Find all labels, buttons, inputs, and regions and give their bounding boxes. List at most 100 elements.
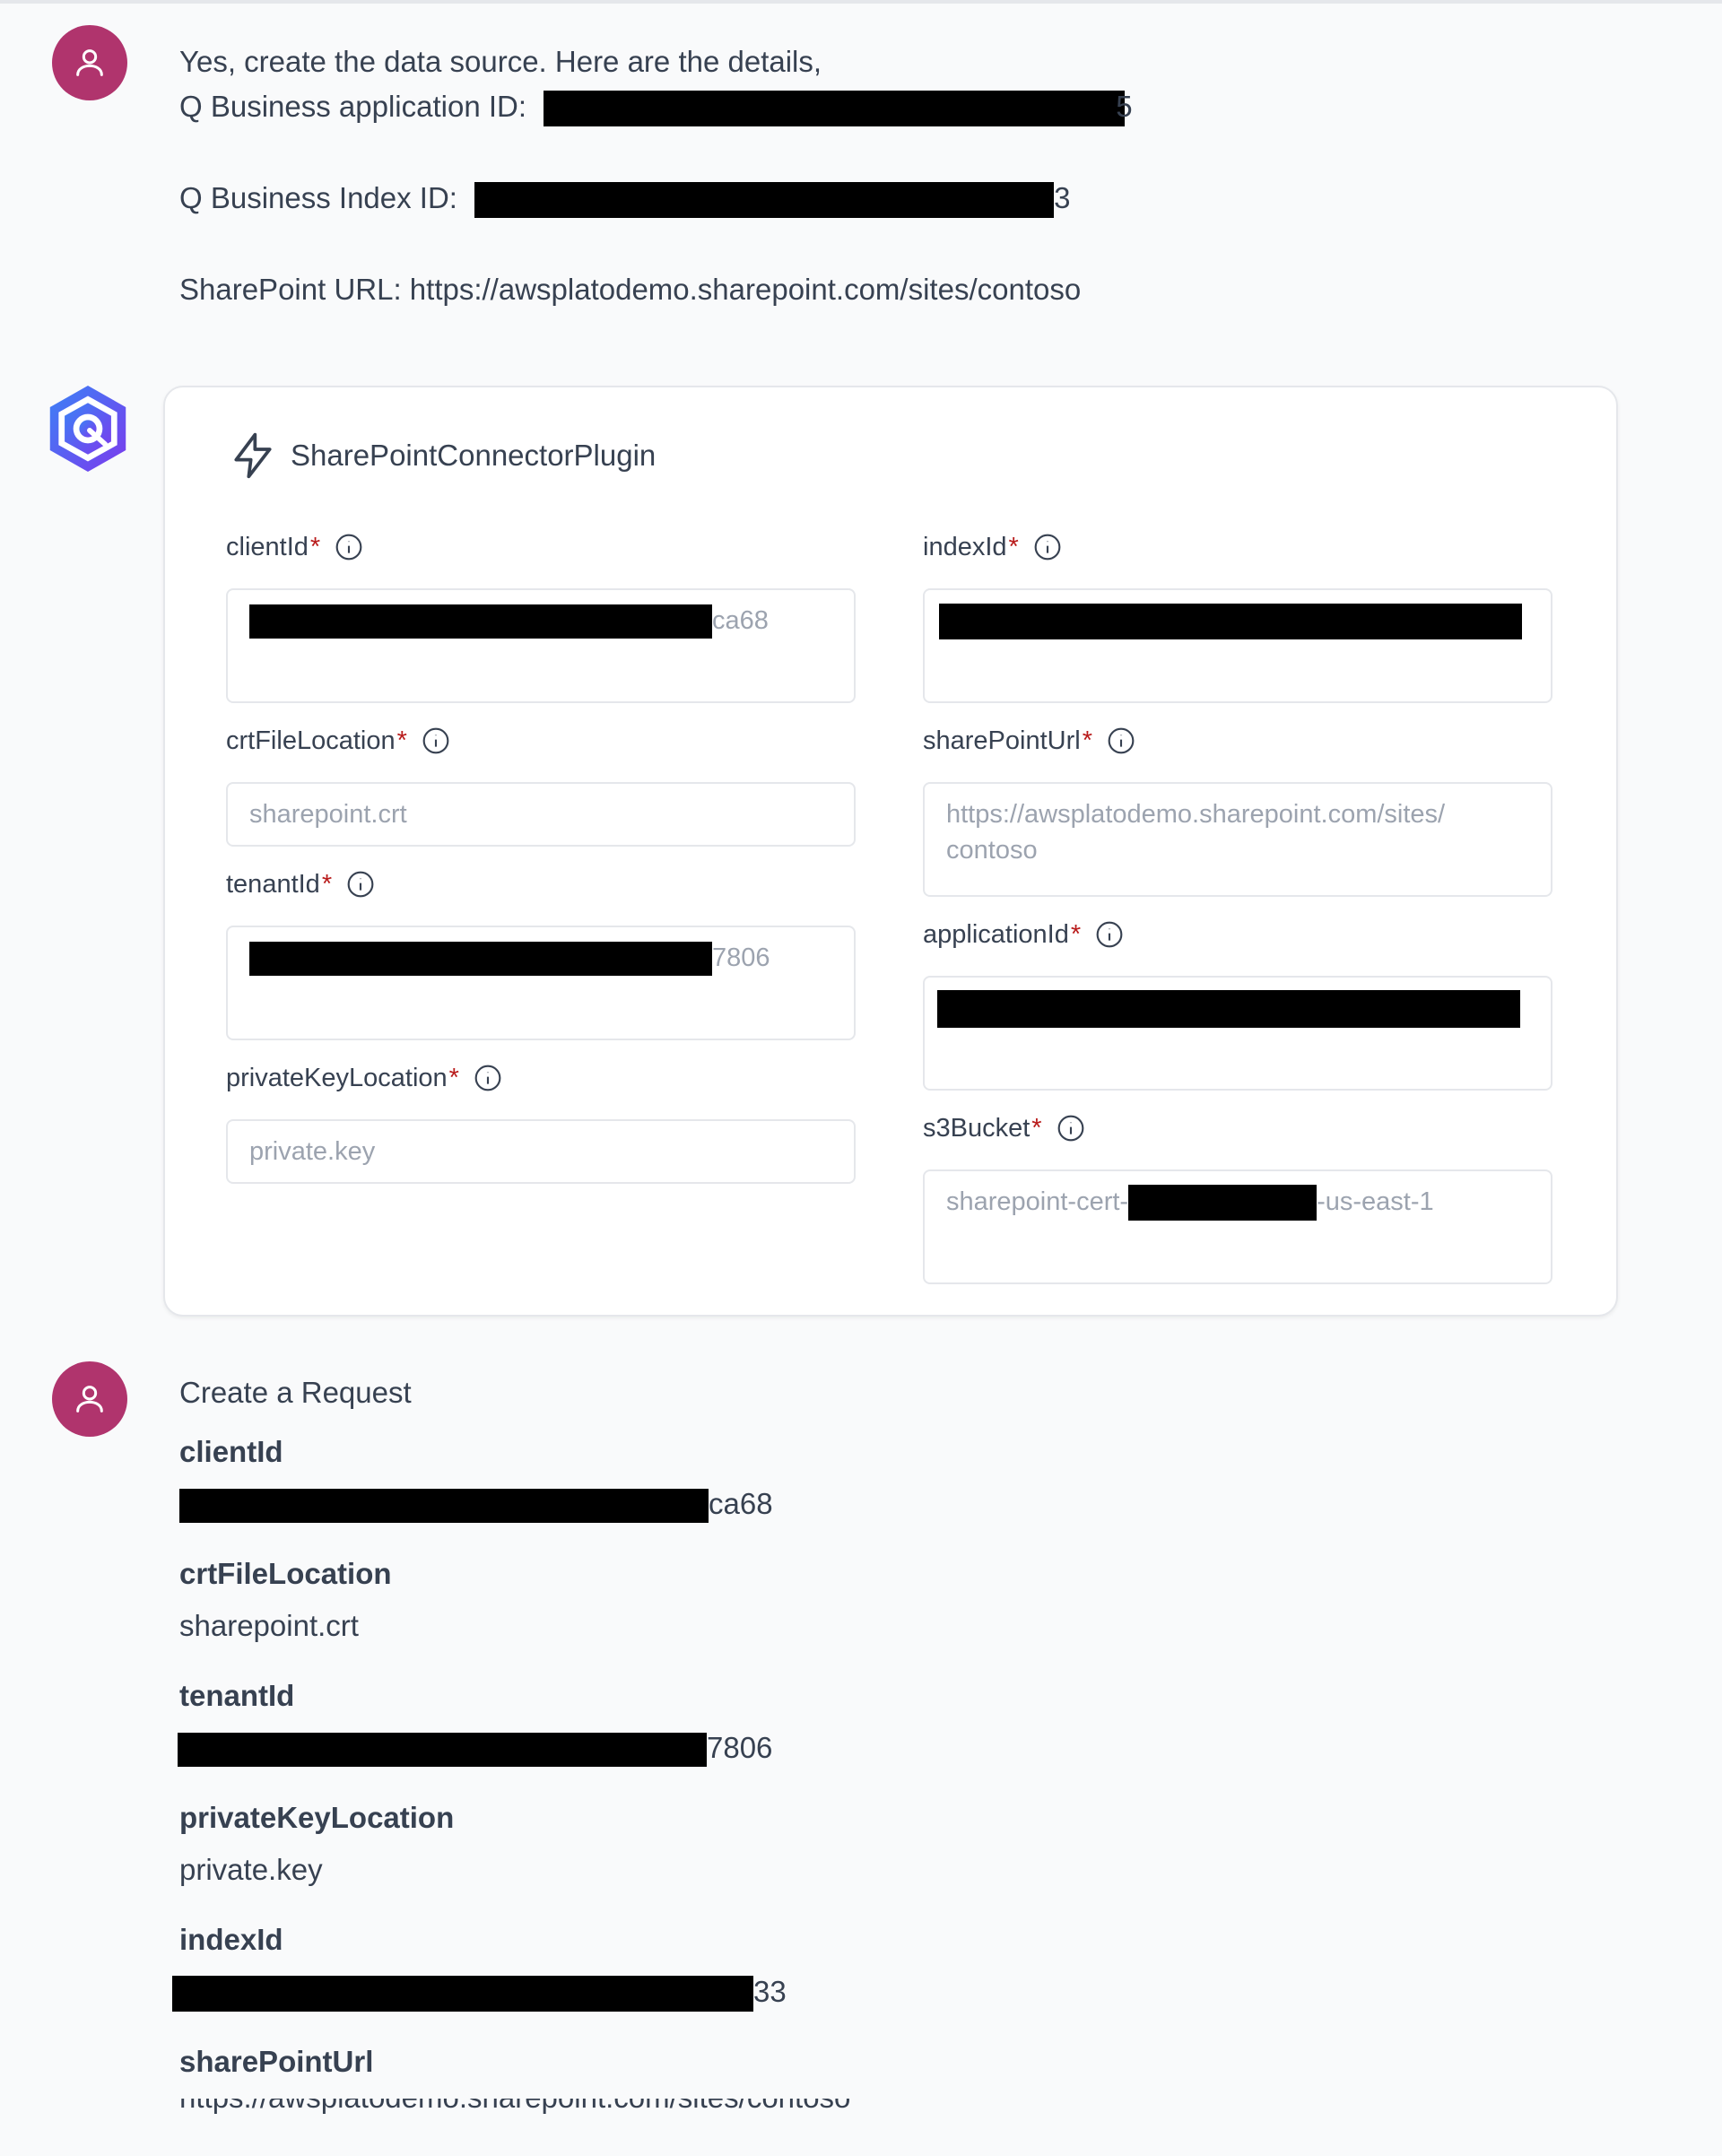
input-value-line1: https://awsplatodemo.sharepoint.com/site…	[946, 800, 1446, 829]
input-value-tail: ca68	[712, 606, 769, 635]
index-id-label: Q Business Index ID:	[179, 181, 457, 214]
field-privateKeyLocation: privateKeyLocation * private.key	[226, 1060, 859, 1184]
field-label-text: indexId	[923, 532, 1007, 561]
user-message-line1: Yes, create the data source. Here are th…	[179, 45, 822, 78]
request-key-tenantId: tenantId	[179, 1679, 295, 1712]
field-label: sharePointUrl *	[923, 723, 1556, 759]
redacted-value	[939, 604, 1522, 640]
request-value-tail: ca68	[709, 1487, 773, 1520]
plugin-card: SharePointConnectorPlugin clientId * ca68…	[163, 386, 1618, 1317]
plugin-card-header: SharePointConnectorPlugin	[228, 429, 656, 482]
field-crtFileLocation: crtFileLocation * sharepoint.crt	[226, 723, 859, 847]
input-value-line2: contoso	[946, 836, 1038, 865]
request-value-tenantId: 7806	[178, 1731, 773, 1768]
redacted-index-id	[474, 182, 1055, 219]
app-id-tail: 5	[1116, 90, 1133, 123]
input-value-prefix: sharepoint-cert-	[946, 1187, 1129, 1216]
request-key-indexId: indexId	[179, 1923, 283, 1956]
redacted-value	[249, 942, 712, 977]
redacted-app-id	[544, 91, 1126, 127]
required-mark: *	[1070, 919, 1082, 949]
clientId-input[interactable]: ca68	[226, 588, 856, 703]
s3Bucket-input[interactable]: sharepoint-cert- -us-east-1	[923, 1169, 1552, 1284]
sharepoint-url-line: SharePoint URL: https://awsplatodemo.sha…	[179, 273, 1082, 306]
field-label-text: tenantId	[226, 869, 320, 899]
info-icon[interactable]	[474, 1064, 502, 1092]
privateKeyLocation-input[interactable]: private.key	[226, 1119, 856, 1184]
info-icon[interactable]	[335, 533, 363, 561]
required-mark: *	[1082, 726, 1092, 755]
request-key-clientId: clientId	[179, 1435, 283, 1468]
info-icon[interactable]	[1057, 1114, 1085, 1143]
field-s3Bucket: s3Bucket * sharepoint-cert- -us-east-1	[923, 1110, 1556, 1284]
request-value-indexId: 33	[172, 1975, 787, 2013]
hexagon-bot-icon	[49, 386, 126, 472]
info-icon[interactable]	[1033, 533, 1062, 561]
field-label-text: clientId	[226, 532, 309, 561]
request-value-privateKeyLocation: private.key	[179, 1853, 323, 1886]
field-label-text: privateKeyLocation	[226, 1063, 448, 1092]
required-mark: *	[396, 726, 407, 755]
request-value-tail: 33	[753, 1975, 787, 2008]
required-mark: *	[309, 532, 321, 561]
field-label: s3Bucket *	[923, 1110, 1556, 1146]
request-value-crtFileLocation: sharepoint.crt	[179, 1609, 359, 1642]
required-mark: *	[448, 1063, 459, 1092]
field-label-text: s3Bucket	[923, 1113, 1031, 1143]
request-key-sharePointUrl: sharePointUrl	[179, 2045, 374, 2078]
redacted-value	[1128, 1185, 1318, 1221]
required-mark: *	[1008, 532, 1019, 561]
required-mark: *	[321, 869, 333, 899]
request-key-crtFileLocation: crtFileLocation	[179, 1557, 392, 1590]
user-avatar	[52, 1361, 127, 1437]
redacted-value	[172, 1976, 753, 2013]
request-value-tail: 7806	[707, 1731, 773, 1764]
indexId-input[interactable]	[923, 588, 1552, 703]
info-icon[interactable]	[346, 870, 375, 899]
lightning-bolt-icon	[234, 432, 272, 479]
user-icon	[76, 49, 103, 76]
request-value-clientId: ca68	[179, 1487, 773, 1524]
required-mark: *	[1031, 1113, 1042, 1143]
input-value-tail: 7806	[712, 943, 770, 972]
info-icon[interactable]	[1107, 726, 1135, 755]
field-label: tenantId *	[226, 866, 859, 902]
index-id-line: Q Business Index ID: 3	[179, 176, 1133, 221]
input-value-suffix: -us-east-1	[1317, 1187, 1434, 1216]
field-label: indexId *	[923, 529, 1556, 565]
field-label-text: crtFileLocation	[226, 726, 396, 755]
field-sharePointUrl: sharePointUrl * https://awsplatodemo.shar…	[923, 723, 1556, 897]
field-label: clientId *	[226, 529, 859, 565]
redacted-value	[937, 990, 1520, 1029]
info-icon[interactable]	[422, 726, 450, 755]
crtFileLocation-input[interactable]: sharepoint.crt	[226, 782, 856, 847]
top-divider	[0, 0, 1722, 4]
field-label: applicationId *	[923, 917, 1556, 952]
field-indexId: indexId *	[923, 529, 1556, 703]
user-avatar	[52, 25, 127, 100]
sharePointUrl-input[interactable]: https://awsplatodemo.sharepoint.com/site…	[923, 782, 1552, 897]
info-icon[interactable]	[1095, 920, 1124, 949]
user-icon	[76, 1386, 103, 1413]
field-label-text: applicationId	[923, 919, 1069, 949]
redacted-value	[249, 604, 712, 639]
user-message: Yes, create the data source. Here are th…	[179, 39, 1133, 312]
field-tenantId: tenantId * 7806	[226, 866, 859, 1040]
plugin-title: SharePointConnectorPlugin	[291, 439, 657, 472]
field-applicationId: applicationId *	[923, 917, 1556, 1091]
redacted-value	[179, 1489, 709, 1524]
request-key-privateKeyLocation: privateKeyLocation	[179, 1801, 455, 1834]
applicationId-input[interactable]	[923, 976, 1552, 1091]
field-clientId: clientId * ca68	[226, 529, 859, 703]
app-id-line: Q Business application ID: 5	[179, 84, 1133, 129]
request-value-sharePointUrl-clipped: https://awsplatodemo.sharepoint.com/site…	[179, 2099, 1076, 2117]
request-value-sharePointUrl: https://awsplatodemo.sharepoint.com/site…	[179, 2099, 1076, 2115]
redacted-value	[178, 1733, 707, 1768]
request-title: Create a Request	[179, 1376, 412, 1409]
field-label: privateKeyLocation *	[226, 1060, 859, 1096]
field-label-text: sharePointUrl	[923, 726, 1081, 755]
field-label: crtFileLocation *	[226, 723, 859, 759]
tenantId-input[interactable]: 7806	[226, 926, 856, 1040]
app-id-label: Q Business application ID:	[179, 90, 527, 123]
index-id-tail: 3	[1054, 181, 1071, 214]
